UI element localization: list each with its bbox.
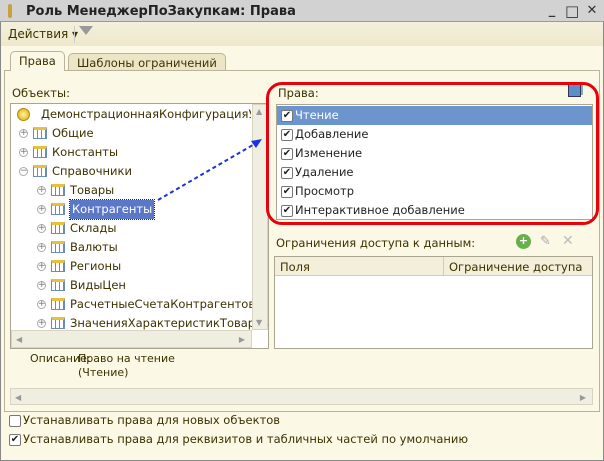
role-icon [8, 4, 12, 18]
tree-item[interactable]: РасчетныеСчетаКонтрагентов [70, 295, 255, 314]
expand-toggle[interactable]: + [37, 243, 46, 252]
catalog-icon [51, 241, 65, 253]
tree-item[interactable]: Справочники [52, 162, 132, 181]
catalog-icon [33, 165, 47, 177]
expand-toggle[interactable]: + [37, 205, 46, 214]
expand-toggle[interactable]: + [19, 129, 28, 138]
expand-toggle[interactable]: − [19, 167, 28, 176]
expand-toggle[interactable]: + [37, 300, 46, 309]
window-title: Роль МенеджерПоЗакупкам: Права [26, 4, 296, 19]
tree-item[interactable]: Контрагенты [68, 199, 156, 220]
tab-rights[interactable]: Права [10, 51, 65, 71]
catalog-icon [51, 279, 65, 291]
annotation-arrow [157, 139, 262, 201]
catalog-icon [51, 317, 65, 329]
description-line1: Право на чтение [78, 352, 175, 365]
catalog-icon [51, 184, 65, 196]
minimize-button[interactable]: _ [545, 4, 559, 18]
tree-item[interactable]: Склады [70, 219, 116, 238]
tree-root[interactable]: ДемонстрационнаяКонфигурацияУправл [41, 105, 251, 124]
delete-icon[interactable]: ✕ [562, 233, 574, 249]
highlight-frame [266, 82, 599, 225]
catalog-icon [33, 146, 47, 158]
configuration-icon [17, 108, 30, 121]
checkbox[interactable]: ✔ [9, 433, 21, 446]
column-access-restriction[interactable]: Ограничение доступа [449, 260, 582, 274]
expand-toggle[interactable]: + [37, 319, 46, 328]
tree-item[interactable]: Товары [70, 181, 114, 200]
tree-horizontal-scrollbar[interactable]: ◀ ▶ [11, 330, 252, 348]
tree-item[interactable]: ВидыЦен [70, 276, 126, 295]
checkbox[interactable] [9, 414, 21, 427]
catalog-icon [51, 203, 65, 215]
expand-toggle[interactable]: + [37, 224, 46, 233]
expand-toggle[interactable]: + [37, 186, 46, 195]
tab-restriction-templates[interactable]: Шаблоны ограничений [68, 53, 226, 71]
maximize-button[interactable]: □ [565, 4, 579, 19]
option-new-objects[interactable]: Устанавливать права для новых объектов [9, 413, 280, 427]
column-fields[interactable]: Поля [280, 260, 310, 274]
expand-toggle[interactable]: + [19, 148, 28, 157]
catalog-icon [51, 298, 65, 310]
description-line2: (Чтение) [78, 366, 129, 379]
option-label: Устанавливать права для реквизитов и таб… [23, 432, 469, 446]
panel-horizontal-scrollbar[interactable]: ◀ ▶ [10, 388, 593, 405]
option-label: Устанавливать права для новых объектов [23, 413, 281, 427]
column-divider [443, 257, 444, 276]
objects-label: Объекты: [12, 86, 70, 100]
catalog-icon [51, 260, 65, 272]
actions-menu[interactable]: Действия ▾ [8, 27, 78, 41]
catalog-icon [51, 222, 65, 234]
catalog-icon [33, 127, 47, 139]
expand-toggle[interactable]: + [37, 281, 46, 290]
tree-item[interactable]: Константы [52, 143, 118, 162]
expand-toggle[interactable]: + [37, 262, 46, 271]
toolbar-divider [74, 26, 75, 43]
close-button[interactable]: ✕ [585, 4, 599, 18]
tree-item[interactable]: Валюты [70, 238, 118, 257]
restrictions-table[interactable]: Поля Ограничение доступа [274, 256, 593, 349]
edit-icon[interactable]: ✎ [540, 234, 551, 249]
tree-item[interactable]: Регионы [70, 257, 121, 276]
restrictions-label: Ограничения доступа к данным: [276, 236, 476, 250]
add-icon[interactable]: + [516, 234, 531, 249]
filter-icon[interactable] [79, 26, 93, 35]
tree-item[interactable]: Общие [52, 124, 94, 143]
option-default-attributes[interactable]: ✔ Устанавливать права для реквизитов и та… [9, 432, 468, 446]
